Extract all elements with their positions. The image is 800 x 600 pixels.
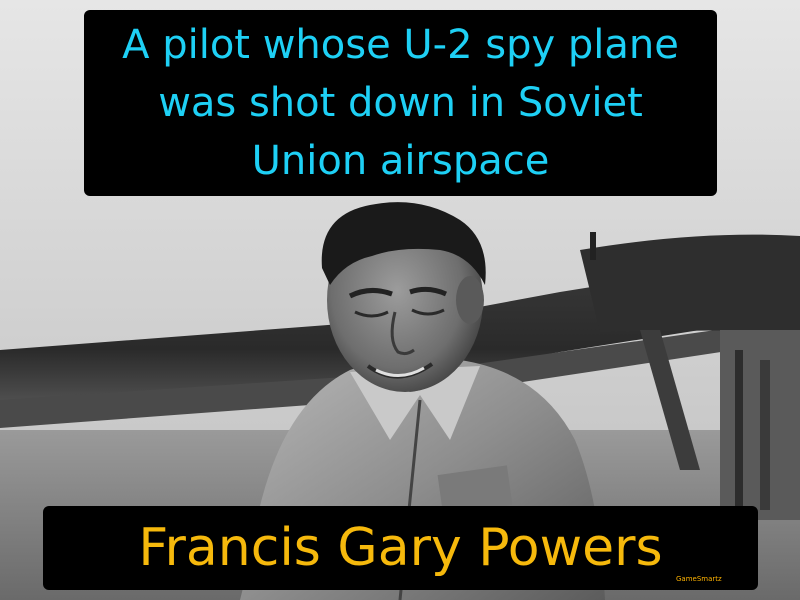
term-box: Francis Gary Powers <box>43 506 758 590</box>
definition-text: A pilot whose U-2 spy plane was shot dow… <box>122 22 679 184</box>
term-title: Francis Gary Powers <box>138 518 663 578</box>
definition-box: A pilot whose U-2 spy plane was shot dow… <box>84 10 717 196</box>
brand-label: GameSmartz <box>676 575 722 583</box>
vocabulary-slide: A pilot whose U-2 spy plane was shot dow… <box>0 0 800 600</box>
